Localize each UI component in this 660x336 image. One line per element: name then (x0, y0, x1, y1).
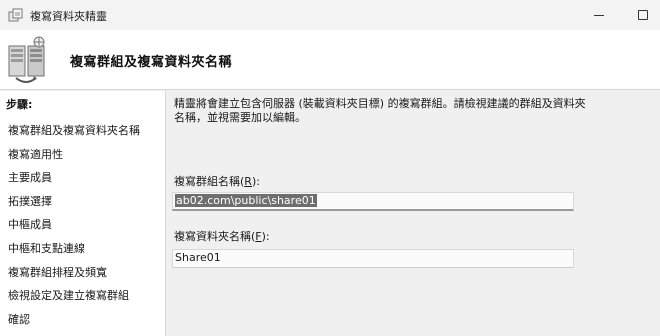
maximize-icon (638, 10, 648, 20)
replication-wizard-icon (8, 7, 24, 23)
minimize-button[interactable] (576, 0, 622, 30)
step-item-hub-members[interactable]: 中樞成員 (0, 213, 165, 237)
step-item-primary-member[interactable]: 主要成員 (0, 166, 165, 190)
step-item-schedule-bandwidth[interactable]: 複寫群組排程及頻寬 (0, 261, 165, 285)
description-text: 精靈將會建立包含伺服器 (裝載資料夾目標) 的複寫群組。請檢視建議的群組及資料夾… (174, 97, 586, 124)
steps-list: 複寫群組及複寫資料夾名稱 複寫適用性 主要成員 拓撲選擇 中樞成員 中樞和支點連… (0, 119, 165, 331)
folder-name-input[interactable]: Share01 (172, 249, 574, 268)
step-item-topology[interactable]: 拓撲選擇 (0, 190, 165, 214)
group-name-input[interactable]: ab02.com\public\share01 (172, 192, 574, 211)
wizard-header: 複寫群組及複寫資料夾名稱 (0, 30, 660, 90)
window-title: 複寫資料夾精靈 (30, 10, 107, 23)
title-bar: 複寫資料夾精靈 (0, 0, 660, 30)
minimize-icon (594, 14, 604, 16)
folder-name-label: 複寫資料夾名稱(F): (174, 230, 270, 243)
page-heading: 複寫群組及複寫資料夾名稱 (70, 55, 233, 70)
maximize-button[interactable] (620, 0, 660, 30)
step-item-review-create[interactable]: 檢視設定及建立複寫群組 (0, 284, 165, 308)
group-name-value: ab02.com\public\share01 (175, 194, 317, 207)
server-replication-icon (6, 34, 50, 86)
content-panel: 精靈將會建立包含伺服器 (裝載資料夾目標) 的複寫群組。請檢視建議的群組及資料夾… (166, 91, 660, 336)
folder-name-value: Share01 (175, 251, 221, 264)
group-name-label: 複寫群組名稱(R): (174, 175, 260, 188)
step-item-hub-spoke-connections[interactable]: 中樞和支點連線 (0, 237, 165, 261)
step-item-group-folder-names[interactable]: 複寫群組及複寫資料夾名稱 (0, 119, 165, 143)
step-item-confirmation[interactable]: 確認 (0, 308, 165, 332)
steps-panel: 步驟: 複寫群組及複寫資料夾名稱 複寫適用性 主要成員 拓撲選擇 中樞成員 中樞… (0, 91, 166, 336)
steps-title: 步驟: (6, 98, 33, 111)
step-item-eligibility[interactable]: 複寫適用性 (0, 143, 165, 167)
